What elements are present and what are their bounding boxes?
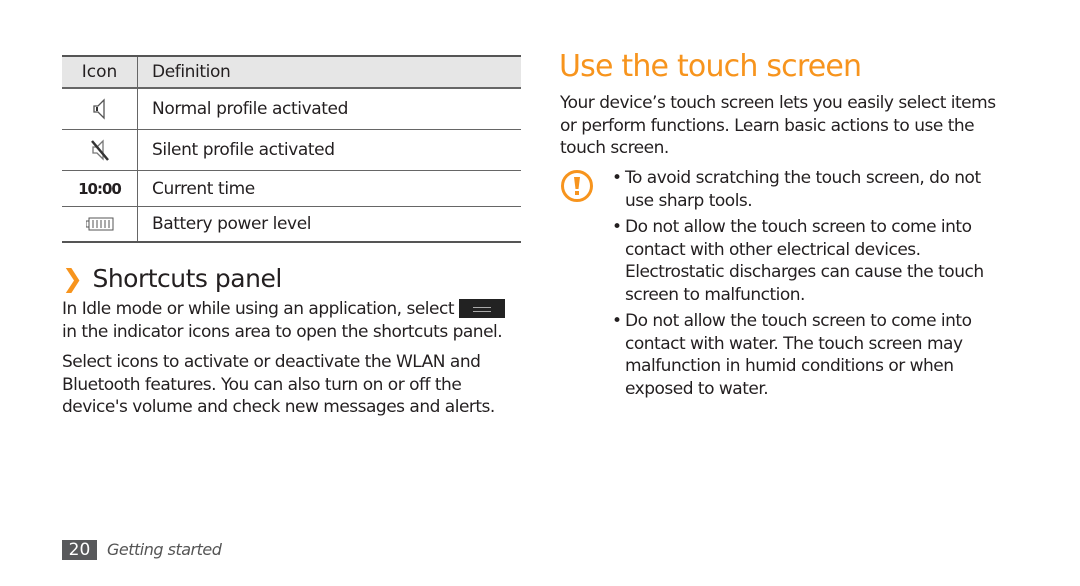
shortcuts-paragraph-2: Select icons to activate or deactivate t… [62, 352, 495, 417]
warning-icon [560, 169, 594, 207]
definition: Current time [152, 178, 255, 199]
page-number: 20 [62, 540, 97, 560]
list-item: To avoid scratching the touch screen, do… [612, 167, 1013, 212]
shortcuts-paragraph-1: In Idle mode or while using an applicati… [62, 298, 522, 343]
shortcuts-handle-icon [458, 299, 505, 318]
table-row: 10:00 Current time [62, 170, 521, 206]
clock-time: 10:00 [62, 171, 138, 206]
chevron-icon: ❯ [62, 264, 83, 293]
text: in the indicator icons area to open the … [62, 321, 503, 342]
speaker-icon [62, 89, 138, 129]
page-title: Use the touch screen [559, 49, 862, 84]
definition: Silent profile activated [152, 140, 335, 160]
warning-list: To avoid scratching the touch screen, do… [612, 167, 1013, 404]
table-row: Normal profile activated [62, 88, 521, 129]
icon-table: Icon Definition Normal profile activated… [62, 55, 521, 243]
table-header: Icon Definition [62, 57, 521, 88]
table-row: Battery power level [62, 206, 521, 241]
definition: Normal profile activated [152, 99, 348, 119]
table-row: Silent profile activated [62, 129, 521, 170]
list-item: Do not allow the touch screen to come in… [612, 216, 1013, 306]
touch-intro: Your device’s touch screen lets you easi… [560, 93, 996, 158]
header-icon: Icon [62, 57, 138, 87]
battery-icon [62, 207, 138, 241]
section-heading: ❯ Shortcuts panel [62, 264, 282, 293]
section-title: Shortcuts panel [92, 264, 282, 293]
text: In Idle mode or while using an applicati… [62, 299, 455, 319]
header-definition: Definition [152, 62, 231, 82]
footer-section: Getting started [107, 540, 222, 559]
definition: Battery power level [152, 214, 312, 234]
speaker-muted-icon [62, 130, 138, 170]
list-item: Do not allow the touch screen to come in… [612, 310, 1013, 400]
